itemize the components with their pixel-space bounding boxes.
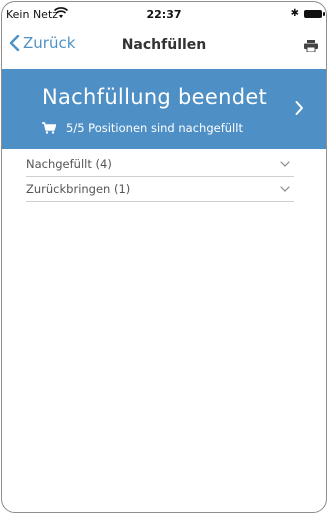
status-right: ✱ (290, 8, 325, 19)
section-row-zurueckbringen[interactable]: Zurückbringen (1) (26, 177, 294, 202)
phone-frame: Kein Netz 22:37 ✱ Zurück Nachfüllen Nach… (1, 1, 327, 513)
banner-subtitle: 5/5 Positionen sind nachgefüllt (66, 121, 243, 135)
banner-title: Nachfüllung beendet (42, 85, 268, 109)
banner-subtitle-row: 5/5 Positionen sind nachgefüllt (42, 121, 243, 135)
chevron-down-icon (280, 186, 290, 192)
section-row-nachgefuellt[interactable]: Nachgefüllt (4) (26, 152, 294, 177)
chevron-right-icon (295, 101, 303, 115)
completion-banner[interactable]: Nachfüllung beendet 5/5 Positionen sind … (2, 69, 326, 149)
status-bar: Kein Netz 22:37 ✱ (2, 2, 326, 26)
section-label: Zurückbringen (1) (26, 182, 131, 196)
status-time: 22:37 (146, 8, 182, 21)
bluetooth-icon: ✱ (290, 8, 299, 19)
print-icon[interactable] (304, 40, 318, 52)
section-label: Nachgefüllt (4) (26, 157, 112, 171)
navigation-bar: Zurück Nachfüllen (2, 28, 326, 60)
chevron-down-icon (280, 161, 290, 167)
cart-icon (42, 122, 56, 134)
battery-icon (304, 9, 325, 18)
page-title: Nachfüllen (121, 37, 207, 53)
section-list: Nachgefüllt (4) Zurückbringen (1) (26, 152, 294, 202)
